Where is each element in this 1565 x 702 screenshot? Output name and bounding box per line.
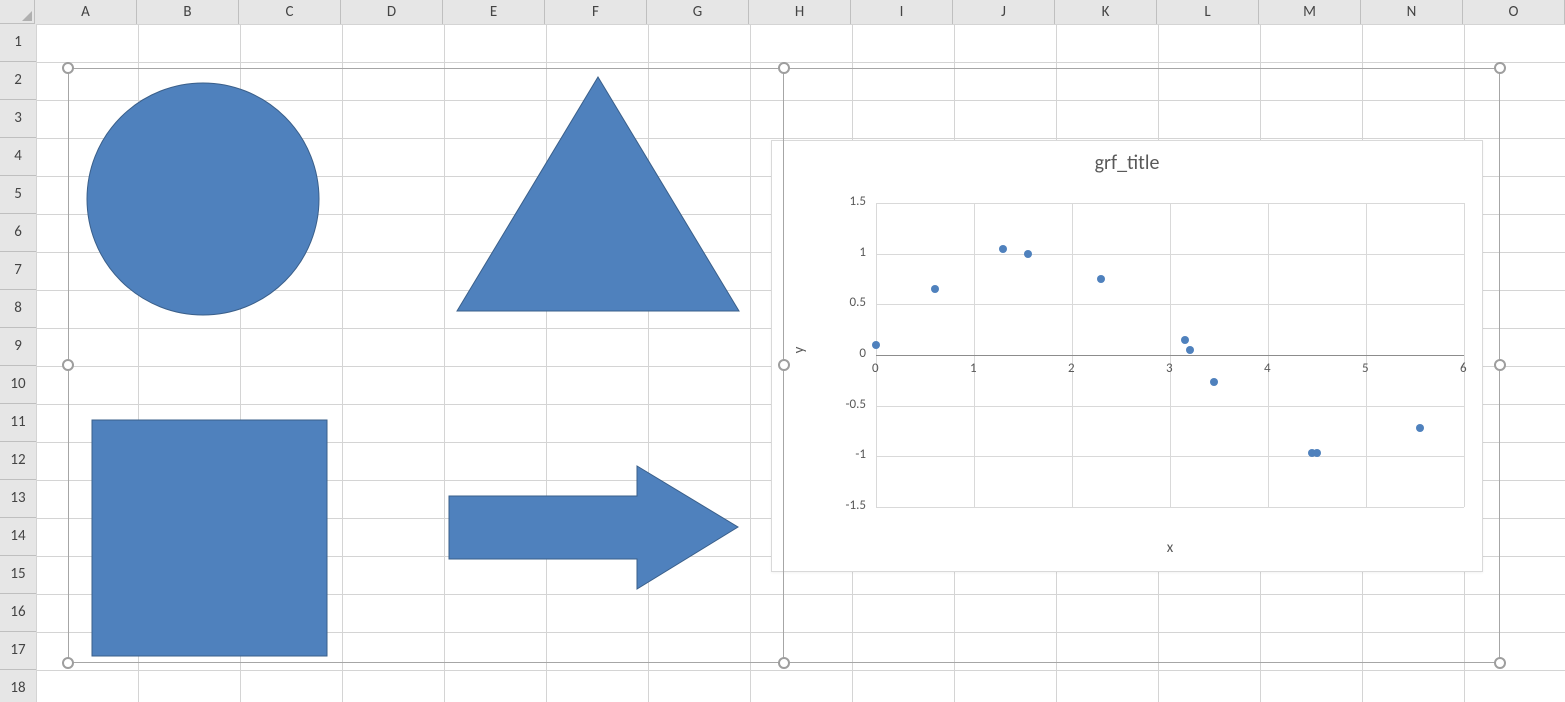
column-header[interactable]: M <box>1259 0 1361 24</box>
selection-handle[interactable] <box>778 657 790 669</box>
row-header[interactable]: 12 <box>0 442 36 480</box>
chart-plot-area[interactable]: 0123456-1.5-1-0.500.511.5 <box>876 203 1464 507</box>
circle-shape[interactable] <box>86 82 320 316</box>
selection-handle[interactable] <box>1494 359 1506 371</box>
row-header[interactable]: 1 <box>0 24 36 62</box>
selection-handle[interactable] <box>778 359 790 371</box>
row-header[interactable]: 8 <box>0 290 36 328</box>
column-header[interactable]: D <box>341 0 443 24</box>
column-header[interactable]: L <box>1157 0 1259 24</box>
chart-y-tick: -1 <box>826 447 866 462</box>
column-header[interactable]: N <box>1361 0 1463 24</box>
row-header[interactable]: 14 <box>0 518 36 556</box>
chart-x-tick: 5 <box>1362 361 1369 376</box>
row-header[interactable]: 18 <box>0 670 36 702</box>
chart-x-tick: 0 <box>872 361 879 376</box>
column-header[interactable]: H <box>749 0 851 24</box>
row-header[interactable]: 2 <box>0 62 36 100</box>
chart-y-axis-title: y <box>790 347 808 354</box>
row-header[interactable]: 16 <box>0 594 36 632</box>
selection-handle[interactable] <box>1494 62 1506 74</box>
chart-y-tick: 1.5 <box>826 194 866 209</box>
column-headers: ABCDEFGHIJKLMNO <box>0 0 1565 24</box>
row-header[interactable]: 7 <box>0 252 36 290</box>
row-header[interactable]: 13 <box>0 480 36 518</box>
chart-data-point[interactable] <box>931 285 939 293</box>
column-header[interactable]: E <box>443 0 545 24</box>
arrow-right-shape[interactable] <box>447 464 740 591</box>
column-header[interactable]: K <box>1055 0 1157 24</box>
selection-handle[interactable] <box>62 62 74 74</box>
chart-y-tick: 0 <box>826 346 866 361</box>
scatter-chart[interactable]: grf_title y 0 1 2 3 4 5 6 -1.5 -1 -0.5 0 0.5 1 1.5 x <box>771 140 1483 572</box>
chart-data-point[interactable] <box>872 341 880 349</box>
chart-x-tick: 4 <box>1264 361 1271 376</box>
chart-data-point[interactable] <box>1416 424 1424 432</box>
column-header[interactable]: B <box>137 0 239 24</box>
chart-data-point[interactable] <box>1097 275 1105 283</box>
selection-handle[interactable] <box>62 657 74 669</box>
chart-x-tick: 1 <box>970 361 977 376</box>
chart-x-tick: 3 <box>1166 361 1173 376</box>
chart-y-tick: 0.5 <box>826 295 866 310</box>
chart-y-tick: -1.5 <box>826 498 866 513</box>
column-header[interactable]: J <box>953 0 1055 24</box>
chart-y-tick: -0.5 <box>826 397 866 412</box>
column-header[interactable]: C <box>239 0 341 24</box>
chart-title[interactable]: grf_title <box>772 141 1482 179</box>
select-all-corner[interactable] <box>0 0 35 24</box>
row-header[interactable]: 17 <box>0 632 36 670</box>
chart-data-point[interactable] <box>1181 336 1189 344</box>
column-header[interactable]: A <box>35 0 137 24</box>
triangle-shape[interactable] <box>455 75 741 313</box>
column-header[interactable]: O <box>1463 0 1565 24</box>
chart-data-point[interactable] <box>999 245 1007 253</box>
chart-x-tick: 2 <box>1068 361 1075 376</box>
row-header[interactable]: 4 <box>0 138 36 176</box>
row-header[interactable]: 5 <box>0 176 36 214</box>
chart-data-point[interactable] <box>1186 346 1194 354</box>
row-header[interactable]: 11 <box>0 404 36 442</box>
row-header[interactable]: 9 <box>0 328 36 366</box>
chart-data-point[interactable] <box>1313 449 1321 457</box>
column-header[interactable]: G <box>647 0 749 24</box>
row-header[interactable]: 3 <box>0 100 36 138</box>
row-headers: 123456789101112131415161718 <box>0 24 36 702</box>
chart-y-tick: 1 <box>826 245 866 260</box>
row-header[interactable]: 15 <box>0 556 36 594</box>
rectangle-shape[interactable] <box>91 419 328 657</box>
chart-data-point[interactable] <box>1210 378 1218 386</box>
chart-x-tick: 6 <box>1460 361 1467 376</box>
column-header[interactable]: F <box>545 0 647 24</box>
row-header[interactable]: 10 <box>0 366 36 404</box>
chart-x-axis-title: x <box>876 539 1464 557</box>
selection-handle[interactable] <box>778 62 790 74</box>
selection-handle[interactable] <box>62 359 74 371</box>
row-header[interactable]: 6 <box>0 214 36 252</box>
chart-data-point[interactable] <box>1024 250 1032 258</box>
spreadsheet-sheet: ABCDEFGHIJKLMNO 123456789101112131415161… <box>0 0 1565 702</box>
selection-handle[interactable] <box>1494 657 1506 669</box>
column-header[interactable]: I <box>851 0 953 24</box>
